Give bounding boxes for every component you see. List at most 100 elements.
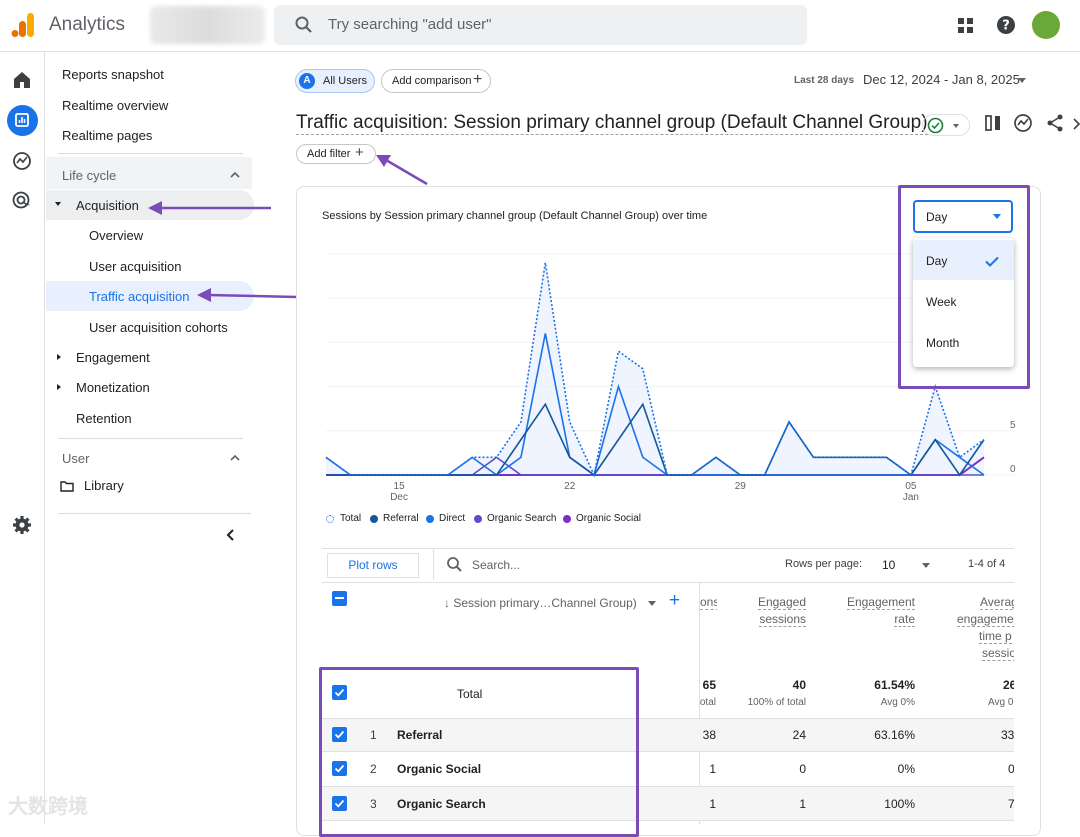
collapse-nav-icon[interactable] (224, 528, 238, 542)
nav-library[interactable]: Library (84, 478, 124, 493)
nav-acquisition[interactable]: Acquisition (76, 198, 139, 213)
column-header-line: Engagement (846, 595, 915, 610)
total-engaged-sessions-sub: 100% of total (747, 697, 806, 708)
legend-marker (370, 515, 378, 523)
row-engaged-sessions: 24 (792, 728, 806, 742)
user-header[interactable]: User (62, 451, 89, 466)
title-status-dropdown[interactable] (922, 114, 970, 136)
row-sessions: 1 (709, 797, 716, 811)
advertising-icon[interactable] (11, 190, 33, 212)
lifecycle-header[interactable]: Life cycle (62, 168, 116, 183)
check-circle-icon (927, 117, 944, 134)
apps-grid-icon[interactable] (957, 17, 975, 35)
row-engagement-rate: 63.16% (874, 728, 915, 742)
more-actions-icon[interactable] (1073, 115, 1080, 131)
nav-monetization[interactable]: Monetization (76, 380, 150, 395)
column-header-engaged-sessions[interactable]: Engaged sessions (740, 594, 806, 628)
reports-icon[interactable] (11, 109, 33, 131)
table-search-input[interactable]: Search... (472, 558, 520, 572)
account-selector[interactable] (150, 6, 265, 44)
legend-marker (326, 515, 334, 523)
date-dropdown-icon[interactable] (1018, 78, 1026, 83)
explore-icon[interactable] (11, 150, 33, 172)
nav-divider (58, 513, 251, 514)
x-tick-label: 05 (905, 481, 917, 492)
nav-engagement[interactable]: Engagement (76, 350, 150, 365)
column-header-line: engagemen (950, 611, 1014, 628)
compare-icon[interactable] (983, 113, 1003, 133)
plot-rows-button[interactable]: Plot rows (327, 553, 419, 578)
legend-organic-social[interactable]: Organic Social (563, 513, 641, 524)
table-top-border (322, 548, 1014, 549)
date-range-picker[interactable]: Dec 12, 2024 - Jan 8, 2025 (863, 72, 1020, 87)
plus-icon: + (473, 71, 483, 88)
column-header-line: time p (979, 629, 1012, 644)
annotation-highlight-box (319, 667, 639, 837)
insights-icon[interactable] (1013, 113, 1033, 133)
y-axis: 50 (1010, 420, 1016, 475)
caret-right-icon (57, 354, 61, 360)
add-filter-button[interactable]: Add filter + (296, 144, 376, 164)
chevron-up-icon[interactable] (229, 169, 241, 181)
row-avg-engagement: 33 (1001, 728, 1014, 742)
search-icon[interactable] (446, 556, 463, 573)
nav-reports-snapshot[interactable]: Reports snapshot (62, 67, 164, 82)
nav-retention[interactable]: Retention (76, 411, 132, 426)
column-header-line: rate (894, 612, 915, 627)
caret-down-icon[interactable] (922, 563, 930, 568)
annotation-highlight-box (898, 185, 1030, 389)
legend-label: Direct (439, 513, 466, 524)
settings-icon[interactable] (11, 514, 33, 536)
share-icon[interactable] (1045, 113, 1065, 133)
x-axis: 15Dec 22 29 05Jan (390, 481, 919, 503)
row-sessions: 1 (709, 762, 716, 776)
total-engagement-rate-sub: Avg 0% (880, 697, 915, 708)
chart-title: Sessions by Session primary channel grou… (322, 210, 708, 222)
search-placeholder: Try searching "add user" (328, 16, 492, 33)
nav-realtime-overview[interactable]: Realtime overview (62, 98, 168, 113)
row-avg-engagement: 0 (1008, 762, 1014, 776)
add-comparison-button[interactable]: Add comparison + (381, 69, 491, 93)
column-header-avg-engagement-time[interactable]: Averag engagemen time p sessio (950, 594, 1014, 662)
nav-divider (58, 153, 243, 154)
column-header-line: Engaged (757, 595, 806, 610)
segment-letter-badge: A (299, 73, 315, 89)
row-avg-engagement: 7 (1008, 797, 1014, 811)
rows-per-page-select[interactable]: 10 (882, 558, 895, 572)
legend-direct[interactable]: Direct (426, 513, 465, 524)
add-comparison-label: Add comparison (392, 75, 472, 87)
x-tick-label: 29 (735, 481, 747, 492)
column-header-engagement-rate[interactable]: Engagement rate (830, 594, 915, 628)
chevron-up-icon[interactable] (229, 452, 241, 464)
x-tick-label: 22 (564, 481, 576, 492)
home-icon[interactable] (11, 69, 33, 91)
legend-total[interactable]: Total (326, 513, 361, 524)
dimension-dropdown-icon[interactable] (648, 601, 656, 606)
left-rail (0, 52, 45, 824)
segment-chip-all-users[interactable]: A All Users (295, 69, 375, 93)
nav-user-acquisition-cohorts[interactable]: User acquisition cohorts (89, 320, 228, 335)
analytics-logo[interactable] (10, 12, 36, 38)
table-header-border (322, 582, 1014, 583)
column-header-sessions[interactable]: ons (700, 594, 717, 611)
legend-organic-search[interactable]: Organic Search (474, 513, 556, 524)
legend-referral[interactable]: Referral (370, 513, 419, 524)
dimension-header-label: Session primary…Channel Group) (453, 596, 637, 610)
x-tick-sublabel: Jan (903, 492, 919, 503)
total-engagement-rate: 61.54% (874, 678, 915, 692)
select-all-checkbox[interactable] (332, 591, 347, 606)
dimension-column-header[interactable]: ↓ Session primary…Channel Group) (444, 596, 637, 610)
column-header-line: sessions (759, 612, 806, 627)
total-sessions-sub: otal (699, 697, 716, 708)
nav-realtime-pages[interactable]: Realtime pages (62, 128, 152, 143)
help-icon[interactable]: ? (996, 15, 1016, 35)
add-dimension-icon[interactable]: + (669, 590, 680, 612)
search-bar[interactable]: Try searching "add user" (274, 5, 807, 45)
page-title[interactable]: Traffic acquisition: Session primary cha… (296, 112, 928, 135)
nav-overview[interactable]: Overview (89, 228, 143, 243)
total-engaged-sessions: 40 (792, 678, 806, 692)
caret-down-icon (55, 202, 61, 206)
total-sessions: 65 (702, 678, 716, 692)
row-engagement-rate: 0% (897, 762, 915, 776)
user-avatar[interactable] (1032, 11, 1060, 39)
